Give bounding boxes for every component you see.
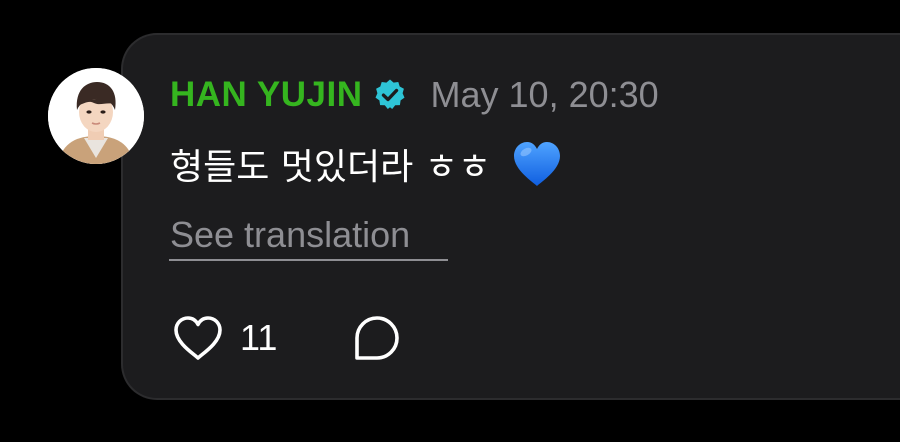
blue-heart-emoji-icon bbox=[511, 140, 563, 188]
comment-body: 형들도 멋있더라 ㅎㅎ bbox=[170, 138, 563, 190]
comment-text: 형들도 멋있더라 ㅎㅎ bbox=[170, 147, 491, 188]
reply-bubble-icon[interactable] bbox=[353, 314, 401, 362]
heart-outline-icon[interactable] bbox=[172, 314, 224, 362]
comment-screen: HAN YUJIN May 10, 20:30 형들도 멋있더라 ㅎㅎ See … bbox=[0, 0, 900, 442]
avatar-photo bbox=[48, 68, 144, 164]
like-button[interactable]: 11 bbox=[172, 314, 277, 362]
like-count: 11 bbox=[240, 317, 278, 358]
verified-badge-icon bbox=[373, 78, 407, 112]
author-name[interactable]: HAN YUJIN bbox=[170, 75, 363, 115]
see-translation-link[interactable]: See translation bbox=[170, 214, 410, 256]
see-translation-underline bbox=[169, 259, 448, 261]
comment-actions: 11 bbox=[172, 312, 401, 364]
avatar[interactable] bbox=[48, 68, 144, 164]
comment-header: HAN YUJIN May 10, 20:30 bbox=[170, 73, 659, 117]
comment-timestamp: May 10, 20:30 bbox=[430, 74, 659, 115]
